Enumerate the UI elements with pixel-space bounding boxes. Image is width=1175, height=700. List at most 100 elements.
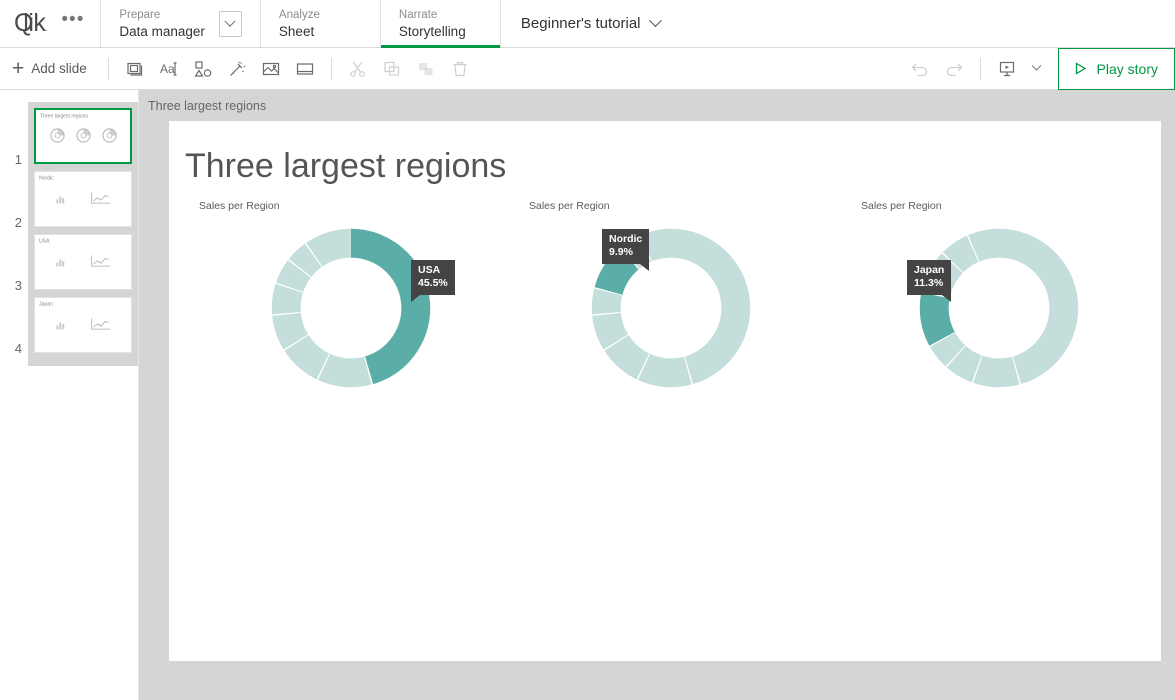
tooltip-value: 9.9% — [609, 246, 642, 259]
breadcrumb: Three largest regions — [139, 90, 1175, 121]
donut-chart-nordic[interactable]: Sales per Region — [529, 200, 829, 403]
play-story-label: Play story — [1097, 61, 1158, 77]
slide-canvas[interactable]: Three largest regions Sales per Region — [169, 121, 1161, 661]
nav-tab-prepare-label: Data manager — [119, 23, 205, 41]
tooltip-label: Japan — [914, 264, 944, 277]
snapshot-library-icon[interactable] — [118, 52, 152, 86]
donut-svg — [261, 218, 441, 398]
bar-chart-icon — [54, 192, 67, 205]
line-chart-icon — [90, 253, 112, 269]
slide-row: 3 USA — [28, 234, 138, 297]
add-slide-button[interactable]: + Add slide — [8, 58, 99, 79]
slide-thumbnail-title: Japan — [39, 301, 53, 307]
toolbar-right-group: Play story — [903, 48, 1175, 90]
prepare-dropdown-button[interactable] — [219, 11, 242, 37]
paste-icon — [409, 52, 443, 86]
bar-chart-icon — [54, 318, 67, 331]
slide-thumbnail-title: USA — [39, 238, 49, 244]
slide-row: 1 Three largest regions — [28, 108, 138, 171]
donut-chart-japan[interactable]: Sales per Region — [861, 200, 1161, 403]
slide-row: 2 Nordic — [28, 171, 138, 234]
slide-number: 4 — [2, 341, 22, 356]
plus-icon: + — [12, 58, 24, 79]
slide-thumbnail-title: Three largest regions — [40, 113, 88, 119]
workspace: 1 Three largest regions — [0, 90, 1175, 700]
nav-tab-narrate[interactable]: Narrate Storytelling — [381, 0, 501, 47]
nav-tab-analyze[interactable]: Analyze Sheet — [261, 0, 381, 47]
slide-number: 3 — [2, 278, 22, 293]
nav-tab-analyze-sublabel: Analyze — [279, 7, 362, 23]
line-chart-icon — [90, 316, 112, 332]
chevron-down-icon — [225, 15, 236, 26]
app-title-dropdown[interactable]: Beginner's tutorial — [501, 0, 680, 47]
toolbar-divider — [108, 58, 109, 80]
slide-number: 1 — [2, 152, 22, 167]
sheet-object-icon[interactable] — [288, 52, 322, 86]
charts-row: Sales per Region — [169, 200, 1161, 403]
thumbnail-content — [36, 128, 130, 143]
chart-title: Sales per Region — [199, 200, 499, 212]
thumbnail-content — [35, 316, 131, 332]
chevron-down-icon — [649, 14, 662, 27]
chevron-down-icon — [1032, 61, 1042, 71]
play-story-button[interactable]: Play story — [1058, 48, 1175, 90]
media-library-icon[interactable] — [254, 52, 288, 86]
shapes-icon[interactable] — [186, 52, 220, 86]
slide-number: 2 — [2, 215, 22, 230]
chart-title: Sales per Region — [529, 200, 829, 212]
slide-row: 4 Japan — [28, 297, 138, 360]
donut-graphic: USA 45.5% — [199, 218, 499, 403]
tooltip-label: USA — [418, 264, 448, 277]
nav-tab-narrate-label: Storytelling — [399, 23, 482, 41]
presentation-options-dropdown[interactable] — [1024, 52, 1050, 86]
bar-chart-icon — [54, 255, 67, 268]
slide-panel: 1 Three largest regions — [0, 90, 139, 700]
toolbar-divider — [331, 58, 332, 80]
slide-title: Three largest regions — [169, 121, 1161, 186]
presentation-icon[interactable] — [990, 52, 1024, 86]
donut-graphic: Nordic 9.9% — [529, 218, 829, 403]
slide-thumbnail-4[interactable]: Japan — [34, 297, 132, 353]
donut-graphic: Japan 11.3% — [861, 218, 1161, 403]
chart-title: Sales per Region — [861, 200, 1161, 212]
nav-tab-analyze-label: Sheet — [279, 23, 362, 41]
slide-thumbnail-title: Nordic — [39, 175, 54, 181]
cut-icon — [341, 52, 375, 86]
redo-icon — [937, 52, 971, 86]
slide-thumbnail-3[interactable]: USA — [34, 234, 132, 290]
slide-thumbnail-1[interactable]: Three largest regions — [34, 108, 132, 164]
logo-zone: Q lik. ••• — [0, 0, 101, 47]
thumbnail-content — [35, 190, 131, 206]
tooltip-nordic: Nordic 9.9% — [602, 229, 649, 264]
effects-icon[interactable] — [220, 52, 254, 86]
qlik-logo[interactable]: Q lik. — [14, 11, 47, 36]
svg-text:Aa: Aa — [160, 62, 175, 76]
canvas-area: Three largest regions Three largest regi… — [139, 90, 1175, 700]
overflow-menu-icon[interactable]: ••• — [57, 10, 88, 37]
nav-tab-narrate-sublabel: Narrate — [399, 7, 482, 23]
nav-tab-prepare[interactable]: Prepare Data manager — [101, 0, 261, 47]
app-title: Beginner's tutorial — [521, 15, 641, 32]
tooltip-usa: USA 45.5% — [411, 260, 455, 295]
toolbar-divider — [980, 58, 981, 80]
top-navigation-bar: Q lik. ••• Prepare Data manager Analyze … — [0, 0, 1175, 48]
slide-list: 1 Three largest regions — [28, 102, 138, 366]
slide-thumbnail-2[interactable]: Nordic — [34, 171, 132, 227]
line-chart-icon — [90, 190, 112, 206]
add-slide-label: Add slide — [31, 61, 87, 76]
copy-icon — [375, 52, 409, 86]
text-object-icon[interactable]: Aa — [152, 52, 186, 86]
tooltip-value: 11.3% — [914, 277, 944, 290]
pie-chart-icon — [76, 128, 91, 143]
donut-chart-usa[interactable]: Sales per Region — [199, 200, 499, 403]
story-toolbar: + Add slide Aa — [0, 48, 1175, 90]
delete-icon — [443, 52, 477, 86]
nav-tab-prepare-sublabel: Prepare — [119, 7, 205, 23]
undo-icon — [903, 52, 937, 86]
tooltip-value: 45.5% — [418, 277, 448, 290]
play-icon — [1073, 61, 1088, 76]
pie-chart-icon — [50, 128, 65, 143]
thumbnail-content — [35, 253, 131, 269]
donut-svg — [909, 218, 1089, 398]
tooltip-label: Nordic — [609, 233, 642, 246]
